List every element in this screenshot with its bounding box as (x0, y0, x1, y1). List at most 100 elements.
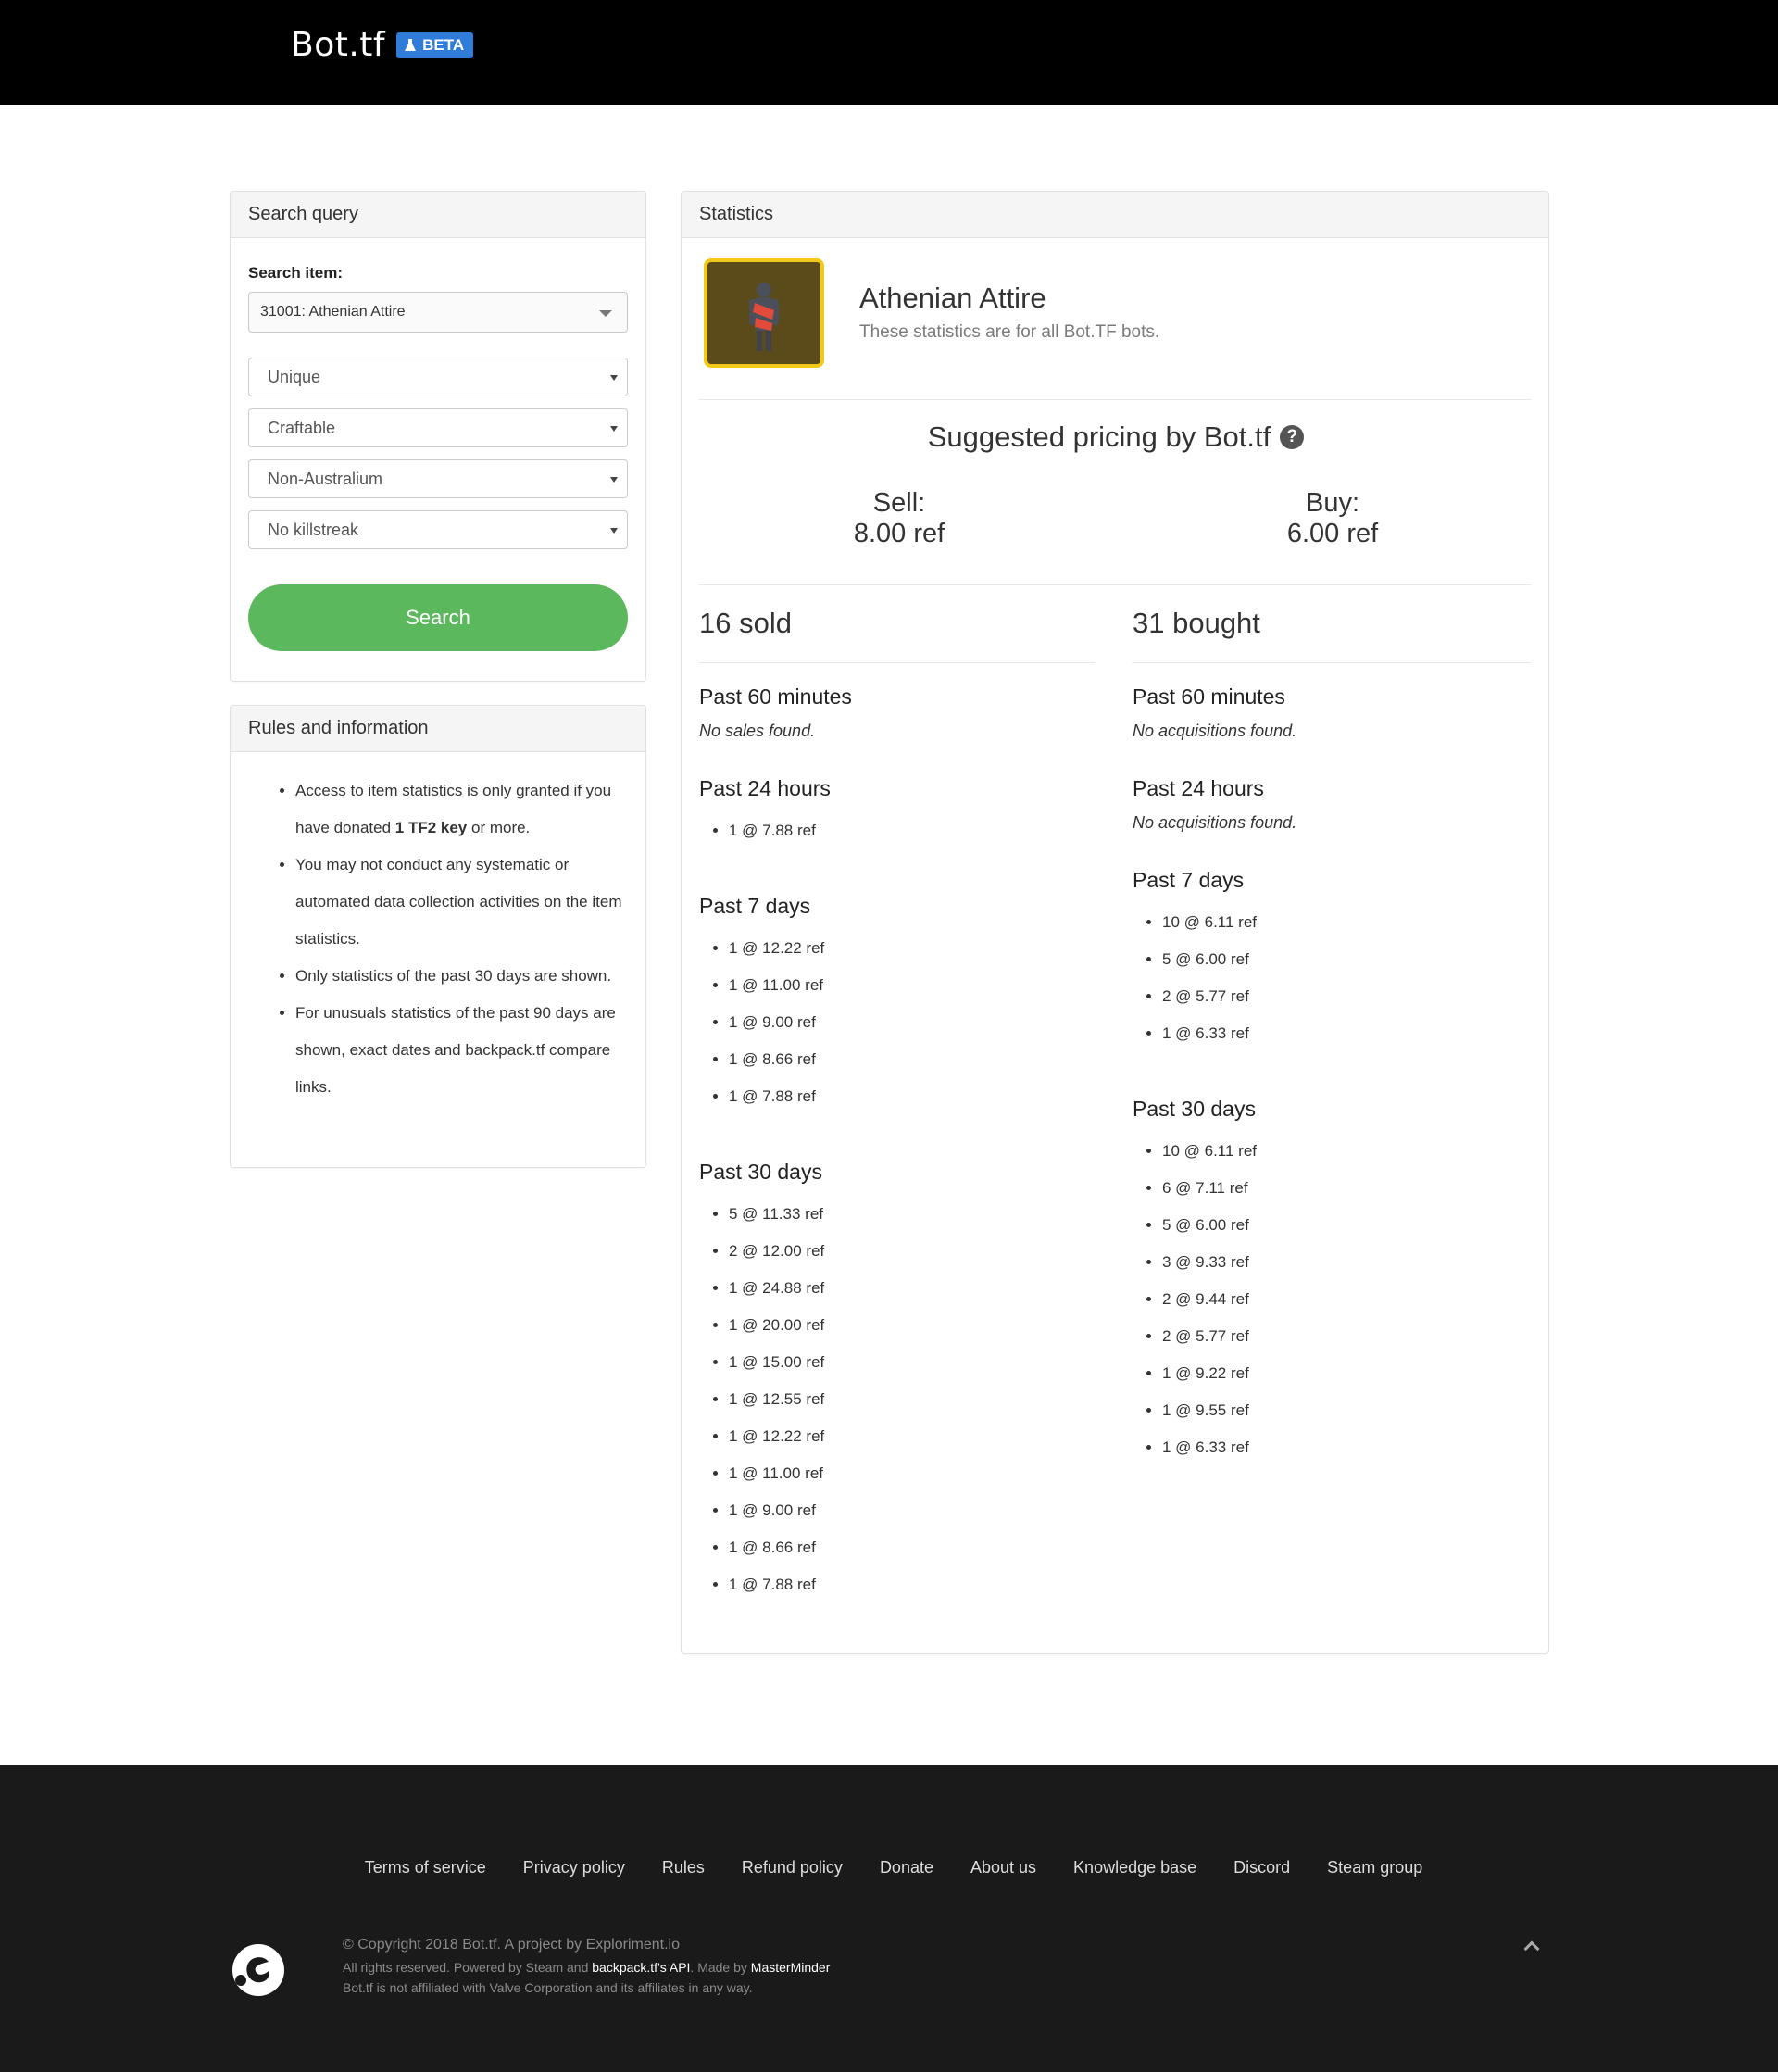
item-name: Athenian Attire (859, 282, 1046, 314)
rules-panel-title: Rules and information (231, 706, 645, 752)
trade-item: 1 @ 7.88 ref (729, 1566, 824, 1603)
killstreak-select[interactable]: No killstreak (248, 510, 628, 549)
rule-item: You may not conduct any systematic or au… (295, 847, 629, 958)
sold-past-30-days-list: 5 @ 11.33 ref 2 @ 12.00 ref 1 @ 24.88 re… (710, 1196, 824, 1603)
beta-badge: BETA (396, 31, 474, 58)
footer-link-privacy[interactable]: Privacy policy (523, 1858, 625, 1877)
divider (699, 399, 1531, 400)
disclaimer-text: Bot.tf is not affiliated with Valve Corp… (343, 1980, 753, 1995)
footer-link-knowledge-base[interactable]: Knowledge base (1073, 1858, 1196, 1877)
australium-value: Non-Australium (268, 469, 383, 488)
bought-past-60-minutes-title: Past 60 minutes (1133, 684, 1285, 709)
sell-price: Sell: 8.00 ref (760, 488, 1038, 549)
trade-item: 1 @ 6.33 ref (1162, 1015, 1257, 1052)
exploriment-logo-icon[interactable] (232, 1943, 285, 1997)
sold-past-60-minutes-title: Past 60 minutes (699, 684, 852, 709)
trade-item: 1 @ 9.00 ref (729, 1492, 824, 1529)
item-image (704, 258, 824, 368)
trade-item: 1 @ 20.00 ref (729, 1307, 824, 1344)
donation-amount: 1 TF2 key (394, 819, 468, 836)
killstreak-value: No killstreak (268, 520, 359, 539)
rules-panel: Rules and information Access to item sta… (230, 705, 646, 1168)
footer-links: Terms of service Privacy policy Rules Re… (0, 1858, 1778, 1877)
trade-item: 1 @ 8.66 ref (729, 1529, 824, 1566)
trade-item: 1 @ 12.22 ref (729, 1418, 824, 1455)
craftable-value: Craftable (268, 418, 336, 437)
bought-past-24-hours-title: Past 24 hours (1133, 776, 1264, 800)
trade-item: 1 @ 9.22 ref (1162, 1355, 1257, 1392)
backpack-api-link[interactable]: backpack.tf's API (592, 1960, 690, 1975)
brand[interactable]: Bot.tf BETA (291, 26, 474, 64)
bought-count: 31 bought (1133, 607, 1260, 639)
trade-item: 5 @ 6.00 ref (1162, 1207, 1257, 1244)
sold-past-7-days-title: Past 7 days (699, 894, 811, 918)
sold-past-30-days-title: Past 30 days (699, 1160, 822, 1184)
trade-item: 1 @ 9.00 ref (729, 1004, 824, 1041)
divider (1133, 662, 1531, 663)
brand-name[interactable]: Bot.tf (291, 26, 385, 64)
dropdown-caret-icon (610, 375, 618, 381)
footer-link-refund[interactable]: Refund policy (742, 1858, 843, 1877)
trade-item: 1 @ 7.88 ref (729, 1078, 824, 1115)
dropdown-caret-icon (610, 528, 618, 534)
statistics-panel: Statistics Athenian Attire These statist… (681, 191, 1549, 1654)
trade-item: 5 @ 11.33 ref (729, 1196, 824, 1233)
footer-link-about[interactable]: About us (970, 1858, 1036, 1877)
trade-item: 6 @ 7.11 ref (1162, 1170, 1257, 1207)
search-query-panel: Search query Search item: 31001: Athenia… (230, 191, 646, 682)
bought-past-7-days-list: 10 @ 6.11 ref 5 @ 6.00 ref 2 @ 5.77 ref … (1144, 904, 1257, 1052)
trade-item: 10 @ 6.11 ref (1162, 1133, 1257, 1170)
item-subtitle: These statistics are for all Bot.TF bots… (859, 322, 1160, 342)
top-navbar: Bot.tf BETA (0, 0, 1778, 105)
footer-link-terms[interactable]: Terms of service (365, 1858, 486, 1877)
trade-item: 2 @ 5.77 ref (1162, 1318, 1257, 1355)
buy-price: Buy: 6.00 ref (1194, 488, 1471, 549)
rule-item: For unusuals statistics of the past 90 d… (295, 995, 629, 1106)
footer-link-steam-group[interactable]: Steam group (1327, 1858, 1422, 1877)
sold-count: 16 sold (699, 607, 792, 639)
suggested-pricing-title: Suggested pricing by Bot.tf ? (682, 421, 1550, 454)
quality-value: Unique (268, 367, 321, 386)
divider (699, 584, 1531, 585)
search-panel-title: Search query (231, 192, 645, 238)
trade-item: 1 @ 9.55 ref (1162, 1392, 1257, 1429)
footer-link-discord[interactable]: Discord (1233, 1858, 1290, 1877)
sold-past-60-minutes-empty: No sales found. (699, 722, 816, 740)
dropdown-caret-icon (610, 426, 618, 432)
trade-item: 1 @ 12.55 ref (729, 1381, 824, 1418)
trade-item: 10 @ 6.11 ref (1162, 904, 1257, 941)
sell-value: 8.00 ref (853, 519, 945, 548)
dropdown-caret-icon (599, 310, 612, 317)
question-circle-icon[interactable]: ? (1280, 425, 1305, 449)
copyright-text: © Copyright 2018 Bot.tf. A project by Ex… (343, 1937, 680, 1953)
sold-past-7-days-list: 1 @ 12.22 ref 1 @ 11.00 ref 1 @ 9.00 ref… (710, 930, 824, 1115)
sell-label: Sell: (872, 488, 926, 518)
trade-item: 1 @ 12.22 ref (729, 930, 824, 967)
sold-past-24-hours-list: 1 @ 7.88 ref (710, 812, 816, 849)
trade-item: 5 @ 6.00 ref (1162, 941, 1257, 978)
masterminder-link[interactable]: MasterMinder (751, 1960, 831, 1975)
footer: Terms of service Privacy policy Rules Re… (0, 1765, 1778, 2072)
buy-label: Buy: (1305, 488, 1360, 518)
australium-select[interactable]: Non-Australium (248, 459, 628, 498)
trade-item: 1 @ 24.88 ref (729, 1270, 824, 1307)
bought-past-30-days-title: Past 30 days (1133, 1097, 1256, 1121)
footer-link-rules[interactable]: Rules (662, 1858, 705, 1877)
item-figure-icon (749, 283, 779, 351)
dropdown-caret-icon (610, 477, 618, 483)
trade-item: 1 @ 6.33 ref (1162, 1429, 1257, 1466)
trade-item: 1 @ 11.00 ref (729, 967, 824, 1004)
bought-past-7-days-title: Past 7 days (1133, 868, 1245, 892)
search-item-label: Search item: (248, 264, 344, 282)
search-button[interactable]: Search (248, 584, 628, 651)
bought-past-60-minutes-empty: No acquisitions found. (1133, 722, 1297, 740)
quality-select[interactable]: Unique (248, 358, 628, 396)
footer-link-donate[interactable]: Donate (880, 1858, 933, 1877)
rule-item: Access to item statistics is only grante… (295, 772, 629, 847)
chevron-up-icon[interactable] (1523, 1940, 1540, 1957)
bought-past-24-hours-empty: No acquisitions found. (1133, 813, 1297, 832)
craftable-select[interactable]: Craftable (248, 408, 628, 447)
trade-item: 1 @ 15.00 ref (729, 1344, 824, 1381)
statistics-panel-title: Statistics (682, 192, 1548, 238)
search-item-select[interactable]: 31001: Athenian Attire (248, 292, 628, 333)
